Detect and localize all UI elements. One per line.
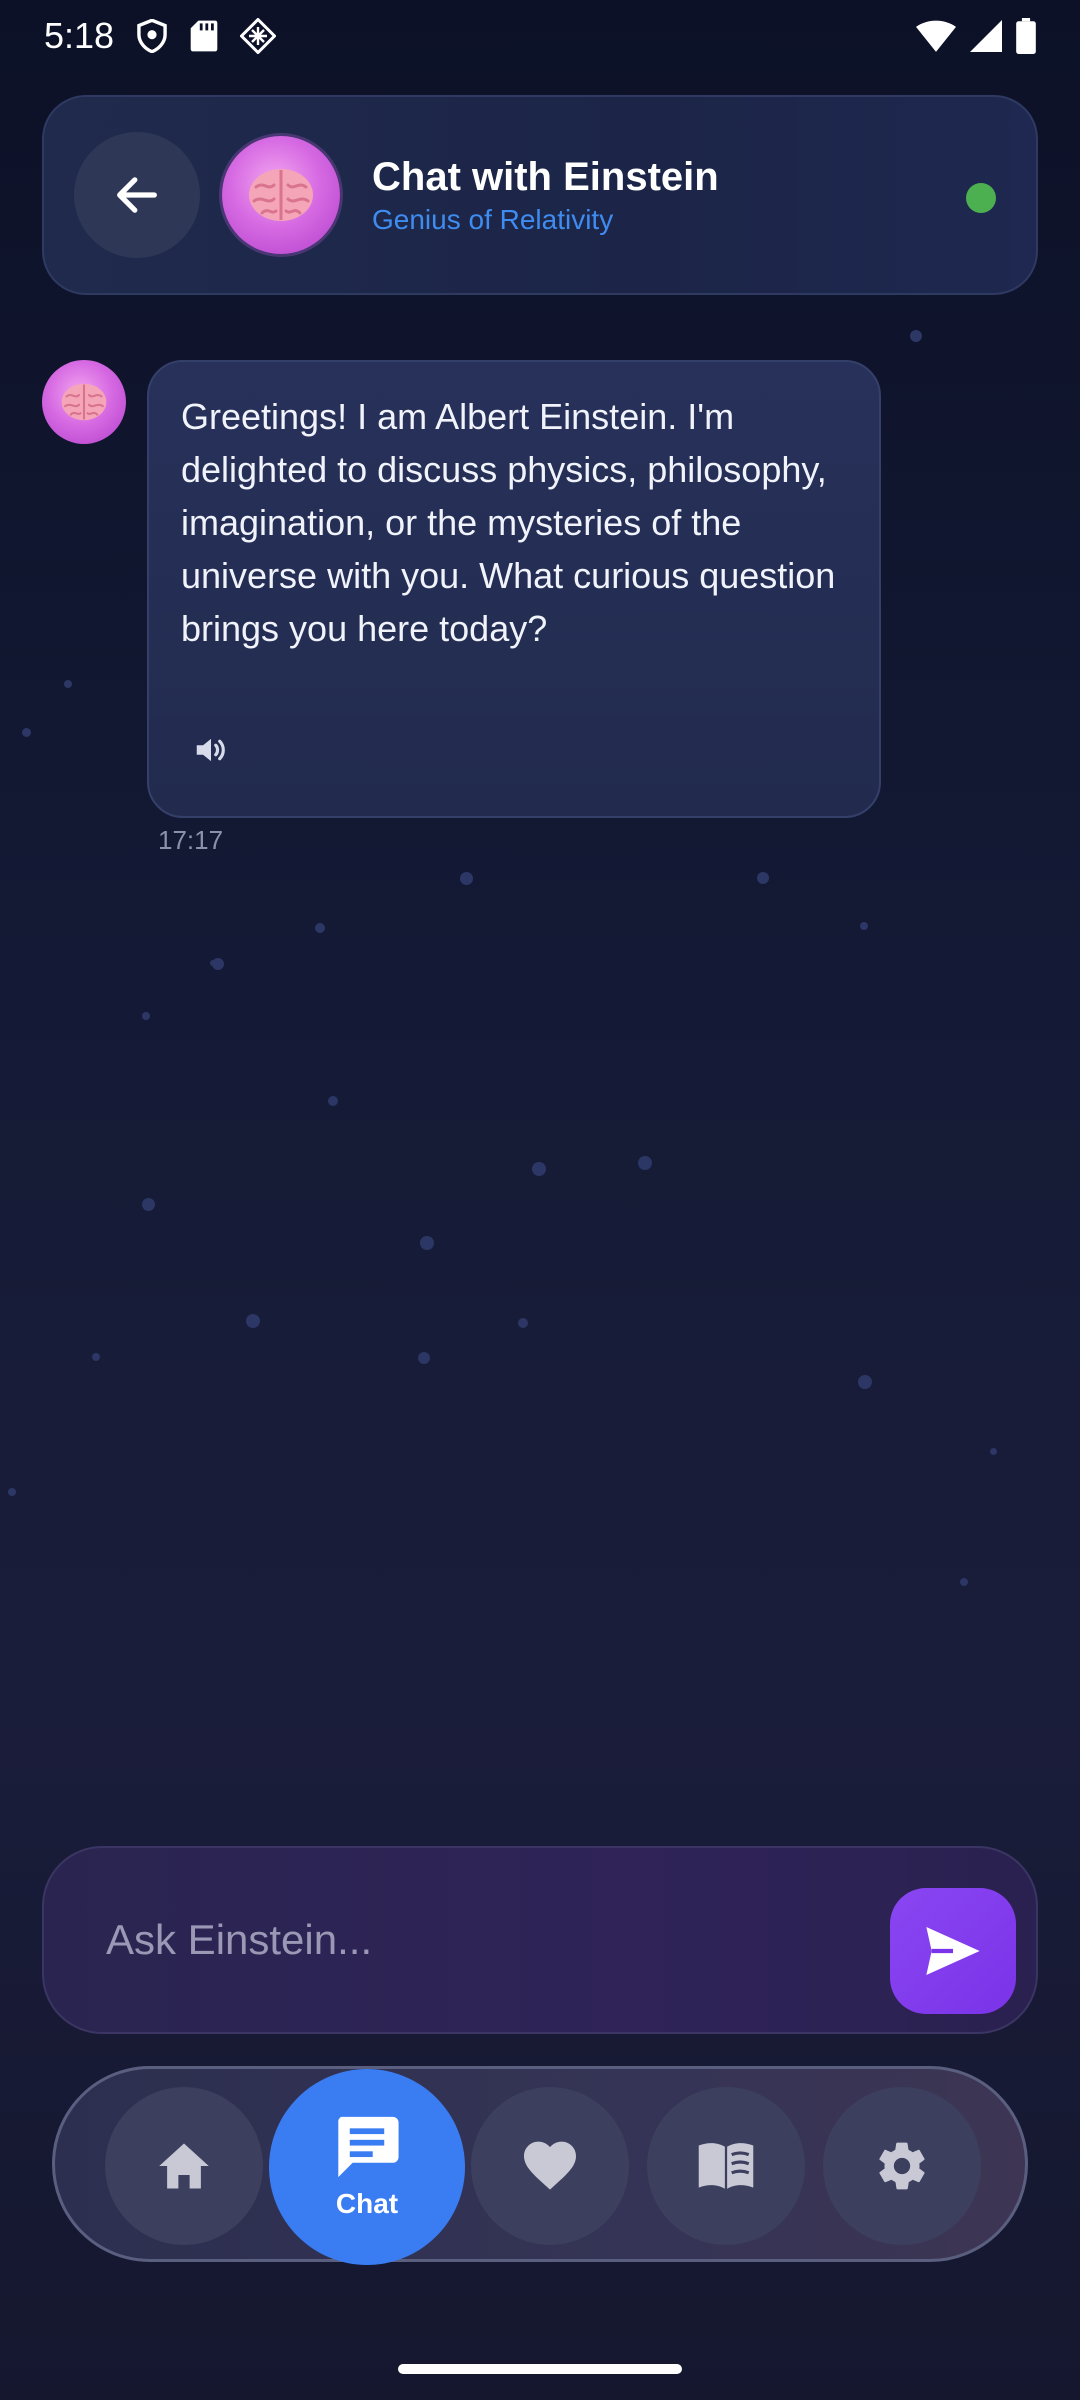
speaker-icon (196, 738, 225, 762)
chat-subtitle: Genius of Relativity (372, 203, 614, 235)
message-composer (42, 1846, 1038, 2034)
nav-home[interactable] (105, 2087, 263, 2245)
einstein-avatar (222, 136, 340, 254)
send-icon (926, 1927, 980, 1975)
signal-icon (970, 20, 1002, 52)
chat-header: Chat with Einstein Genius of Relativity (42, 95, 1038, 295)
nav-favorites[interactable] (471, 2087, 629, 2245)
chat-icon (338, 2116, 399, 2178)
wifi-icon (916, 20, 956, 52)
nav-library[interactable] (647, 2087, 805, 2245)
brain-icon (61, 383, 107, 421)
message-text: Greetings! I am Albert Einstein. I'm del… (181, 396, 836, 649)
home-icon (159, 2143, 209, 2189)
bottom-nav: Chat (52, 2066, 1028, 2265)
message-input[interactable] (106, 1916, 866, 1964)
shield-icon (136, 19, 168, 53)
message-bubble: Greetings! I am Albert Einstein. I'm del… (147, 360, 881, 818)
heart-icon (524, 2141, 576, 2190)
brain-icon (249, 169, 313, 221)
diamond-icon (240, 18, 277, 54)
send-button[interactable] (890, 1888, 1016, 2014)
back-button[interactable] (74, 132, 200, 258)
speak-message-button[interactable] (185, 724, 237, 776)
nav-chat[interactable]: Chat (269, 2069, 465, 2265)
home-indicator[interactable] (398, 2364, 682, 2374)
arrow-left-icon (117, 177, 157, 213)
sd-card-icon (190, 19, 218, 53)
nav-settings[interactable] (823, 2087, 981, 2245)
message-avatar (42, 360, 126, 444)
book-icon (698, 2143, 754, 2189)
battery-icon (1016, 18, 1036, 54)
status-time: 5:18 (44, 15, 115, 56)
status-bar: 5:18 (0, 0, 1080, 72)
chat-title: Chat with Einstein (372, 154, 719, 199)
nav-chat-label: Chat (335, 2188, 399, 2219)
message-timestamp: 17:17 (158, 825, 224, 855)
online-status-dot (966, 183, 996, 213)
settings-icon (879, 2142, 925, 2190)
